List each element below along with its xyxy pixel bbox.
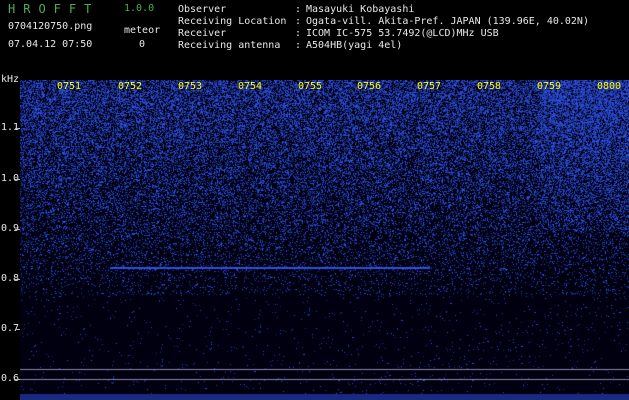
file-name: 0704120750.png <box>8 21 93 32</box>
observer-label: Observer <box>178 4 227 15</box>
time-label: 0753 <box>178 81 203 92</box>
time-label: 0752 <box>118 81 143 92</box>
app-version: 1.0.0 <box>124 3 155 14</box>
receiver-sep: : <box>295 28 302 39</box>
time-label: 0754 <box>238 81 263 92</box>
frequency-axis: kHz 1.1 1.0 0.9 0.8 0.7 0.6 <box>0 74 20 400</box>
time-label: 0755 <box>298 81 323 92</box>
time-label: 0759 <box>537 81 562 92</box>
antenna-sep: : <box>295 40 302 51</box>
antenna-label: Receiving antenna <box>178 40 281 51</box>
file-datetime: 07.04.12 07:50 <box>8 39 93 50</box>
receiver-value: ICOM IC-575 53.7492(@LCD)MHz USB <box>306 28 499 39</box>
location-sep: : <box>295 16 302 27</box>
time-label: 0758 <box>477 81 502 92</box>
spectrogram-canvas <box>20 80 629 400</box>
location-value: Ogata-vill. Akita-Pref. JAPAN (139.96E, … <box>306 16 589 27</box>
time-label: 0800 <box>597 81 622 92</box>
time-label: 0756 <box>357 81 382 92</box>
app-title: HROFFT <box>8 2 100 16</box>
observer-sep: : <box>295 4 302 15</box>
antenna-value: A504HB(yagi 4el) <box>306 40 403 51</box>
location-label: Receiving Location <box>178 16 287 27</box>
meteor-count: 0 <box>139 39 146 50</box>
meteor-label: meteor <box>124 25 161 36</box>
receiver-label: Receiver <box>178 28 227 39</box>
y-unit-label: kHz <box>1 74 20 85</box>
time-label: 0757 <box>417 81 442 92</box>
spectrogram <box>20 80 629 400</box>
header-panel: HROFFT 1.0.0 0704120750.png 07.04.12 07:… <box>0 0 629 80</box>
time-label: 0751 <box>57 81 82 92</box>
observer-value: Masayuki Kobayashi <box>306 4 415 15</box>
